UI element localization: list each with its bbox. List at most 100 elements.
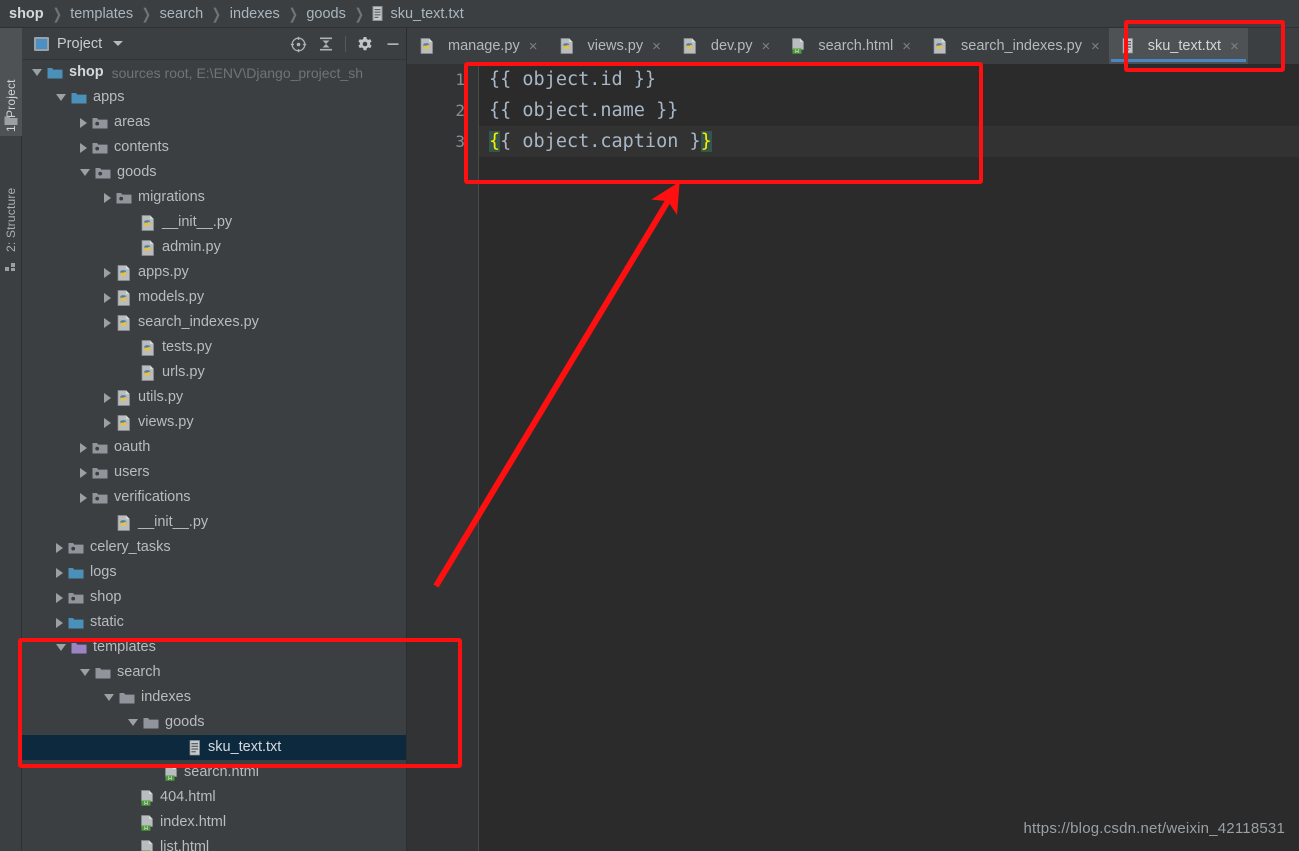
editor-tab-bar[interactable]: manage.py × views.py × dev.py × Hsearch.html × s… (407, 28, 1299, 64)
tree-node[interactable]: models.py (22, 285, 407, 310)
chevron-down-icon[interactable] (32, 69, 42, 76)
tree-node[interactable]: goods (22, 710, 407, 735)
breadcrumb-item-goods[interactable]: goods (306, 6, 346, 22)
tree-node[interactable]: templates (22, 635, 407, 660)
breadcrumb-item-templates[interactable]: templates (70, 6, 133, 22)
chevron-right-icon[interactable] (56, 617, 63, 628)
project-tree[interactable]: shop sources root, E:\ENV\Django_project_… (22, 60, 407, 851)
chevron-down-icon[interactable] (113, 41, 124, 46)
code-editor[interactable]: 123 {{ object.id }}{{ object.name }}{{ o… (407, 64, 1299, 851)
close-icon[interactable]: × (529, 39, 538, 54)
tree-node[interactable]: shop (22, 585, 407, 610)
tree-node[interactable]: shop sources root, E:\ENV\Django_project_… (22, 60, 407, 85)
tree-node[interactable]: Hlist.html (22, 835, 407, 851)
tree-node[interactable]: __init__.py (22, 510, 407, 535)
breadcrumb-item-search[interactable]: search (160, 6, 204, 22)
tree-node-meta: sources root, E:\ENV\Django_project_sh (111, 64, 363, 81)
chevron-right-icon[interactable] (56, 592, 63, 603)
editor-tab-active[interactable]: sku_text.txt × (1108, 28, 1248, 64)
tree-node[interactable]: search_indexes.py (22, 310, 407, 335)
tree-node[interactable]: tests.py (22, 335, 407, 360)
tree-node-label: areas (114, 114, 151, 131)
editor-tab[interactable]: dev.py × (670, 28, 779, 64)
tree-node[interactable]: contents (22, 135, 407, 160)
breadcrumb-item-file[interactable]: sku_text.txt (372, 6, 464, 22)
project-panel-title[interactable]: Project (22, 36, 124, 52)
tree-node[interactable]: views.py (22, 410, 407, 435)
close-icon[interactable]: × (1230, 39, 1239, 54)
tree-node[interactable]: Hsearch.html (22, 760, 407, 785)
close-icon[interactable]: × (902, 39, 911, 54)
chevron-right-icon[interactable] (104, 317, 111, 328)
tree-node[interactable]: logs (22, 560, 407, 585)
tree-node-label: utils.py (138, 389, 184, 406)
chevron-right-icon[interactable] (56, 542, 63, 553)
tree-node[interactable]: urls.py (22, 360, 407, 385)
code-text: { object.caption } (500, 131, 701, 152)
chevron-right-icon[interactable] (80, 492, 87, 503)
tree-node[interactable]: search (22, 660, 407, 685)
tree-node[interactable]: celery_tasks (22, 535, 407, 560)
chevron-right-icon[interactable] (80, 117, 87, 128)
svg-text:H: H (144, 825, 148, 830)
chevron-right-icon[interactable] (80, 142, 87, 153)
tree-node[interactable]: apps (22, 85, 407, 110)
chevron-down-icon[interactable] (56, 94, 66, 101)
chevron-right-icon[interactable] (104, 417, 111, 428)
tree-node[interactable]: H 404.html (22, 785, 407, 810)
close-icon[interactable]: × (1091, 39, 1100, 54)
editor-tab[interactable]: views.py × (547, 28, 670, 64)
tree-node[interactable]: migrations (22, 185, 407, 210)
tree-node[interactable]: verifications (22, 485, 407, 510)
close-icon[interactable]: × (762, 39, 771, 54)
tree-node-label: logs (90, 564, 117, 581)
tree-node[interactable]: areas (22, 110, 407, 135)
chevron-right-icon[interactable] (56, 567, 63, 578)
folder-icon (71, 92, 87, 103)
editor-tab[interactable]: search_indexes.py × (920, 28, 1109, 64)
chevron-down-icon[interactable] (80, 169, 90, 176)
chevron-right-icon[interactable] (104, 392, 111, 403)
chevron-right-icon[interactable] (80, 467, 87, 478)
breadcrumb-item-indexes[interactable]: indexes (230, 6, 280, 22)
chevron-right-icon[interactable] (104, 292, 111, 303)
tree-node[interactable]: static (22, 610, 407, 635)
code-line[interactable]: {{ object.caption }} (479, 126, 1299, 157)
code-line[interactable]: {{ object.name }} (479, 95, 1299, 126)
chevron-right-icon[interactable] (80, 442, 87, 453)
chevron-right-icon[interactable] (104, 192, 111, 203)
python-file-icon (933, 38, 946, 54)
watermark: https://blog.csdn.net/weixin_42118531 (1023, 820, 1285, 837)
module-folder-icon (68, 592, 84, 603)
scroll-from-source-button[interactable] (284, 30, 312, 58)
code-line[interactable]: {{ object.id }} (479, 64, 1299, 95)
tree-node[interactable]: Hindex.html (22, 810, 407, 835)
html-file-icon: H (141, 789, 153, 806)
close-icon[interactable]: × (652, 39, 661, 54)
tree-node[interactable]: admin.py (22, 235, 407, 260)
tree-node-label: tests.py (162, 339, 212, 356)
tree-node[interactable]: goods (22, 160, 407, 185)
settings-button[interactable] (351, 30, 379, 58)
folder-icon (119, 692, 135, 703)
tree-node-selected[interactable]: sku_text.txt (22, 735, 407, 760)
collapse-all-button[interactable] (312, 30, 340, 58)
tree-node[interactable]: utils.py (22, 385, 407, 410)
tree-node[interactable]: users (22, 460, 407, 485)
editor-tab[interactable]: Hsearch.html × (779, 28, 920, 64)
editor-code-area[interactable]: {{ object.id }}{{ object.name }}{{ objec… (479, 64, 1299, 851)
tree-node[interactable]: indexes (22, 685, 407, 710)
tree-node[interactable]: oauth (22, 435, 407, 460)
editor-tab[interactable]: manage.py × (407, 28, 547, 64)
chevron-right-icon[interactable] (104, 267, 111, 278)
chevron-down-icon[interactable] (104, 694, 114, 701)
chevron-down-icon[interactable] (80, 669, 90, 676)
chevron-down-icon[interactable] (56, 644, 66, 651)
chevron-down-icon[interactable] (128, 719, 138, 726)
breadcrumb-item-shop[interactable]: shop (9, 6, 44, 22)
tree-node[interactable]: apps.py (22, 260, 407, 285)
tree-node-label: indexes (141, 689, 191, 706)
hide-panel-button[interactable] (379, 30, 407, 58)
tree-node[interactable]: __init__.py (22, 210, 407, 235)
sidebar-item-structure[interactable]: 2: Structure (0, 140, 22, 256)
